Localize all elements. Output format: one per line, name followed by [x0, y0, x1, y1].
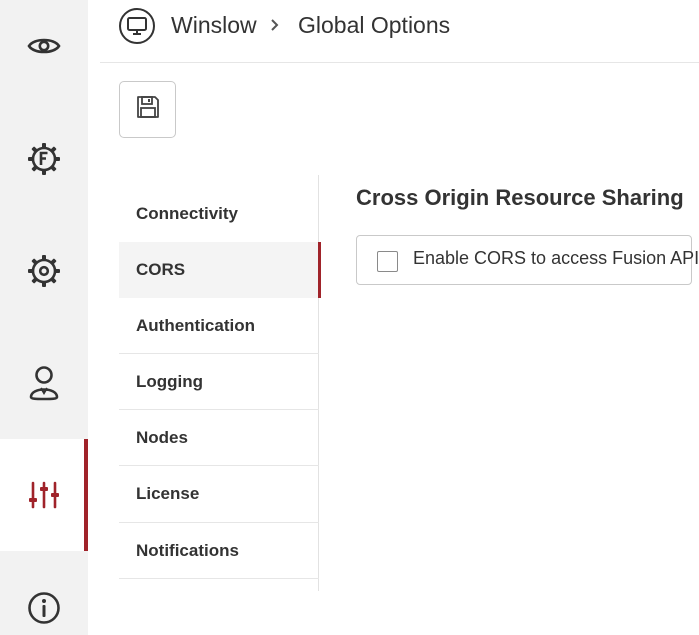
save-button[interactable] — [119, 81, 176, 138]
eye-icon — [27, 35, 61, 57]
info-icon — [27, 591, 61, 625]
settings-nav: Connectivity CORS Authentication Logging… — [119, 175, 321, 591]
rail-item-view[interactable] — [0, 0, 88, 102]
save-icon — [136, 95, 160, 124]
chevron-right-icon — [268, 14, 282, 41]
rail-item-info[interactable] — [0, 552, 88, 635]
section-title: Cross Origin Resource Sharing — [356, 185, 684, 210]
nav-item-connectivity[interactable]: Connectivity — [119, 185, 319, 242]
fusion-gear-icon — [27, 142, 61, 176]
page-title: Global Options — [298, 12, 451, 38]
user-icon — [28, 365, 60, 401]
nav-item-notifications[interactable]: Notifications — [119, 523, 319, 579]
enable-cors-label[interactable]: Enable CORS to access Fusion API — [413, 248, 699, 269]
nav-item-license[interactable]: License — [119, 466, 319, 523]
breadcrumb-item-winslow[interactable]: Winslow — [171, 12, 257, 39]
nav-item-authentication[interactable]: Authentication — [119, 298, 319, 354]
rail-item-users[interactable] — [0, 327, 88, 439]
gear-icon — [27, 254, 61, 288]
cors-option-box: Enable CORS to access Fusion API — [356, 235, 699, 285]
page-header: Winslow Global Options — [100, 0, 699, 63]
nav-item-nodes[interactable]: Nodes — [119, 410, 319, 466]
icon-rail — [0, 0, 88, 635]
enable-cors-checkbox[interactable] — [377, 251, 398, 272]
rail-item-fusion[interactable] — [0, 103, 88, 215]
rail-item-settings[interactable] — [0, 215, 88, 327]
nav-item-logging[interactable]: Logging — [119, 354, 319, 410]
sliders-icon — [29, 481, 59, 509]
nav-item-cors[interactable]: CORS — [119, 242, 321, 298]
monitor-icon — [119, 8, 155, 44]
rail-item-global-options[interactable] — [0, 439, 88, 551]
